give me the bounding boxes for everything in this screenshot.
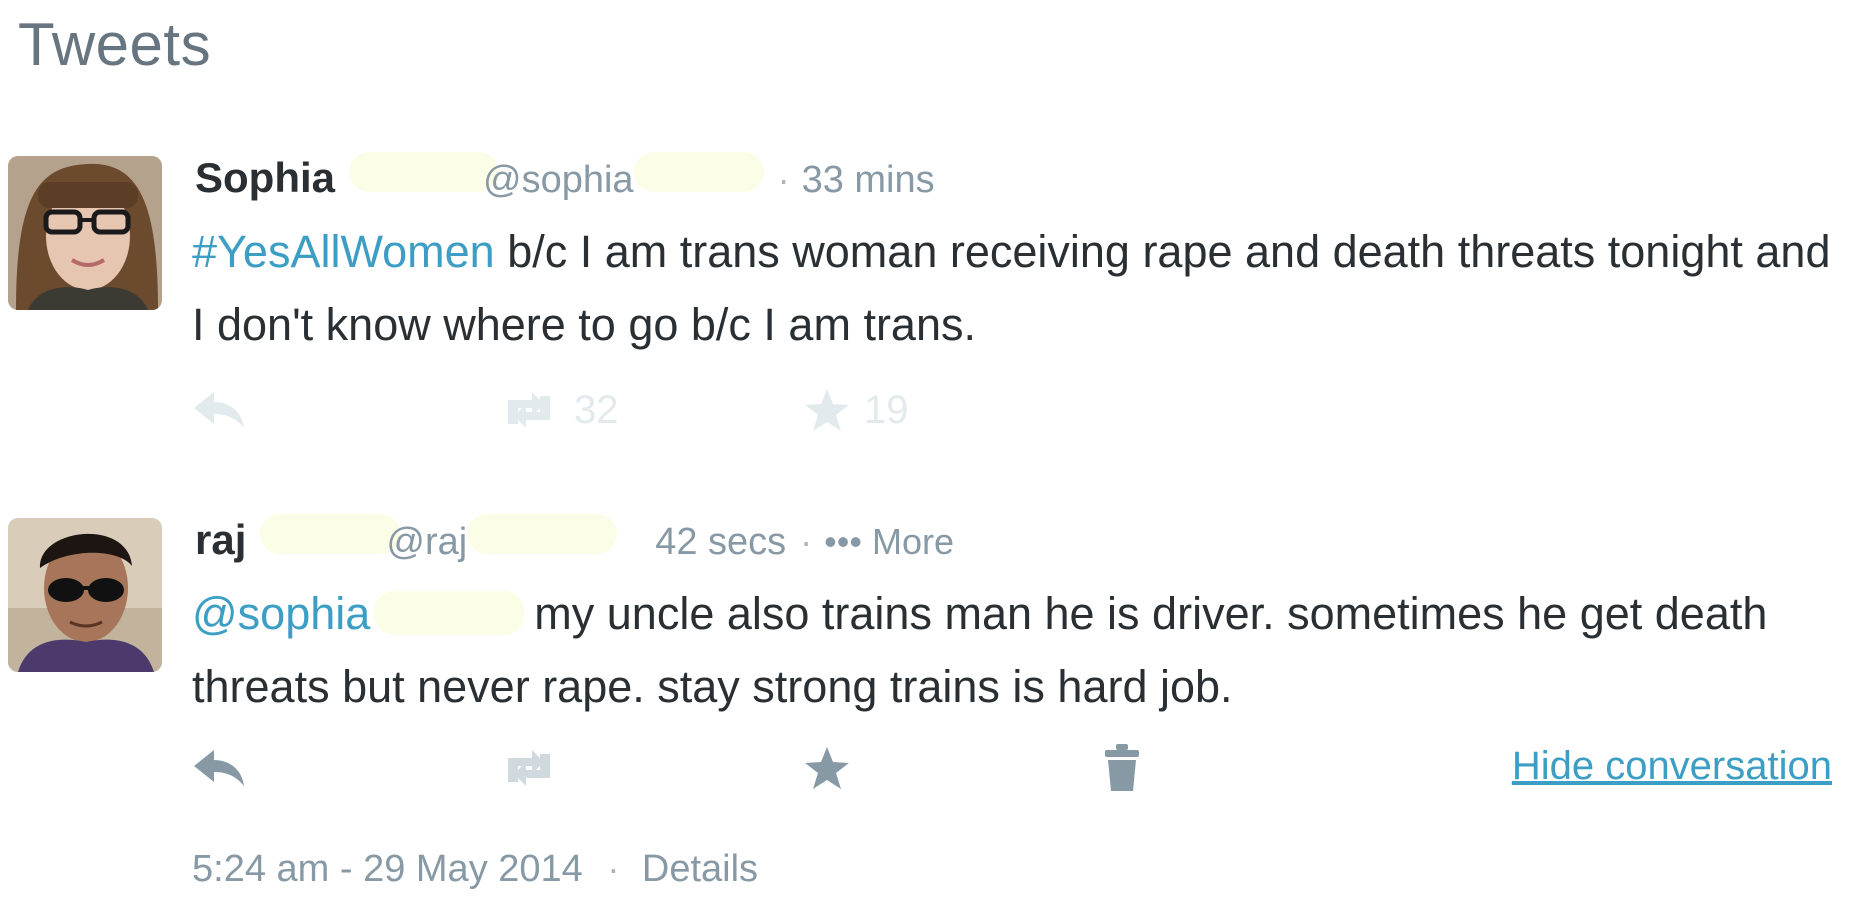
avatar-raj[interactable] — [8, 518, 162, 672]
reply-button[interactable] — [192, 380, 246, 440]
redacted-name — [349, 152, 500, 192]
tweets-panel: Tweets Sophia @sophia · 33 mins #YesAllW… — [0, 0, 1860, 916]
separator-dot: · — [800, 521, 813, 562]
tweet-text: @sophia my uncle also trains man he is dr… — [192, 577, 1832, 723]
retweet-icon — [508, 750, 550, 786]
tweet-timestamp[interactable]: 5:24 am - 29 May 2014 — [192, 848, 583, 890]
tweet-actions: Hide conversation — [192, 738, 1832, 798]
more-menu-button[interactable]: ••• More — [824, 521, 954, 563]
retweet-button[interactable]: 32 — [498, 380, 619, 440]
tweet-header: Sophia @sophia · 33 mins — [195, 152, 935, 212]
favorite-count: 19 — [864, 387, 909, 432]
section-title: Tweets — [18, 11, 212, 78]
hashtag-link[interactable]: #YesAllWomen — [192, 226, 495, 277]
separator-dot: · — [607, 848, 620, 889]
redacted-name — [260, 514, 401, 554]
retweet-button[interactable] — [498, 738, 560, 798]
tweet-time[interactable]: 42 secs — [655, 521, 786, 564]
tweet-timestamp-row: 5:24 am - 29 May 2014 · Details — [192, 848, 758, 891]
redacted-handle — [467, 514, 618, 554]
author-name[interactable]: Sophia — [195, 154, 335, 202]
reply-arrow-icon — [194, 750, 244, 786]
tweet-time[interactable]: 33 mins — [802, 159, 935, 202]
tweet-actions: 32 19 — [192, 380, 1832, 440]
star-icon — [805, 389, 849, 431]
favorite-button[interactable]: 19 — [804, 380, 909, 440]
details-link[interactable]: Details — [642, 848, 758, 890]
author-handle[interactable]: @sophia — [483, 159, 634, 202]
avatar-sophia[interactable] — [8, 156, 162, 310]
delete-button[interactable] — [1102, 738, 1142, 798]
author-handle[interactable]: @raj — [386, 521, 467, 564]
author-name[interactable]: raj — [195, 516, 246, 564]
reply-arrow-icon — [194, 392, 244, 428]
tweet-header: raj @raj · 42 secs · ••• More — [195, 514, 954, 574]
hide-conversation-link[interactable]: Hide conversation — [1512, 744, 1832, 789]
redacted-handle — [633, 152, 764, 192]
retweet-count: 32 — [574, 387, 619, 432]
mention-link[interactable]: @sophia — [192, 588, 370, 639]
favorite-button[interactable] — [804, 738, 850, 798]
separator-dot: · — [777, 159, 790, 200]
retweet-icon — [508, 392, 550, 428]
tweet-text: #YesAllWomen b/c I am trans woman receiv… — [192, 215, 1832, 361]
star-icon — [805, 747, 849, 789]
redacted-mention — [374, 591, 525, 635]
reply-button[interactable] — [192, 738, 246, 798]
trash-icon — [1105, 744, 1139, 791]
